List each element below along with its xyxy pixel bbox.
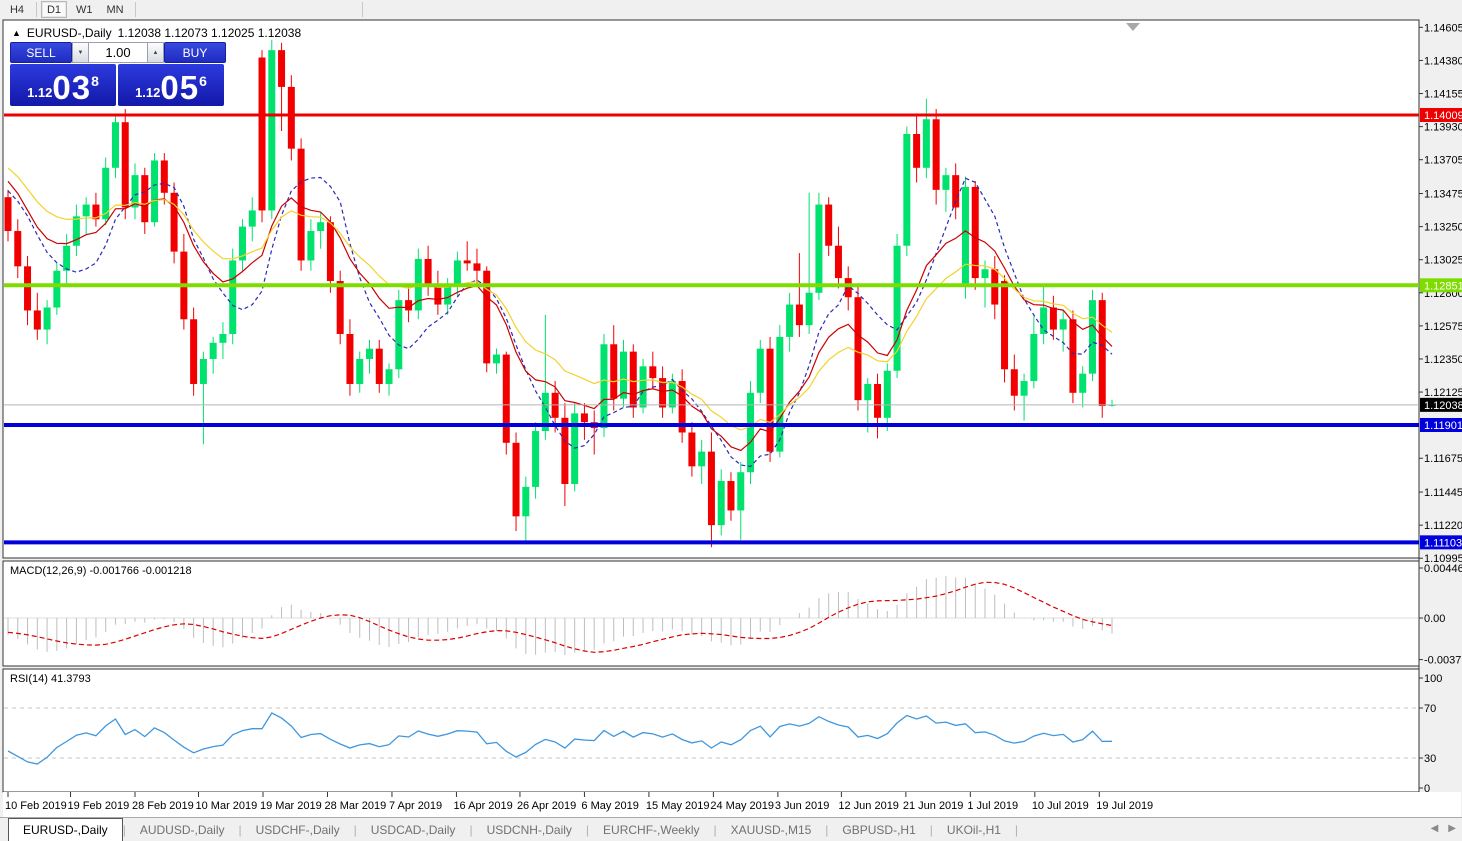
price-axis-label: 1.13930 [1424,122,1462,134]
date-axis-label: 26 Apr 2019 [517,800,576,812]
date-axis-label: 10 Mar 2019 [196,800,258,812]
date-axis-label: 12 Jun 2019 [838,800,899,812]
tab-scroll-left-icon[interactable]: ◀ [1431,823,1439,834]
price-badge-text: 1.12038 [1424,400,1462,412]
date-axis-label: 7 Apr 2019 [389,800,442,812]
chart-tab-audusd-daily[interactable]: AUDUSD-,Daily [126,819,239,841]
date-axis-label: 16 Apr 2019 [453,800,512,812]
date-axis-label: 19 Jul 2019 [1096,800,1153,812]
chart-canvas[interactable]: 1.14605 1.14380 1.14155 1.13930 1.13705 1.134… [0,0,1462,818]
rsi-label: RSI(14) 41.3793 [10,673,91,685]
buy-price-big: 05 [160,69,200,106]
price-axis-label: 1.14380 [1424,55,1462,67]
date-axis-label: 3 Jun 2019 [775,800,829,812]
chart-ohlc-values: 1.12038 1.12073 1.12025 1.12038 [117,26,302,40]
price-axis-label: 1.12575 [1424,321,1462,333]
buy-button[interactable]: BUY [164,42,226,63]
macd-label: MACD(12,26,9) -0.001766 -0.001218 [10,565,192,577]
date-axis-label: 21 Jun 2019 [903,800,964,812]
price-axis-label: 1.13705 [1424,155,1462,167]
sell-button[interactable]: SELL [10,42,72,63]
date-axis-label: 28 Feb 2019 [132,800,194,812]
volume-increase-button[interactable]: ▲ [147,42,164,63]
sell-price-box[interactable]: 1.12 03 8 [10,64,116,106]
tab-separator: | [1014,822,1019,837]
price-badge-text: 1.14009 [1424,110,1462,122]
chart-tab-xauusd-m15[interactable]: XAUUSD-,M15 [717,819,826,841]
buy-price-box[interactable]: 1.12 05 6 [118,64,224,106]
chart-tabs: EURUSD-,Daily | AUDUSD-,Daily | USDCHF-,Dail… [0,818,1018,841]
price-axis-label: 1.11220 [1424,520,1462,532]
sell-price-prefix: 1.12 [27,85,53,100]
volume-input[interactable] [89,42,147,63]
date-axis-label: 10 Feb 2019 [5,800,67,812]
chart-tab-usdcnh-daily[interactable]: USDCNH-,Daily [473,819,586,841]
chart-tab-usdcad-daily[interactable]: USDCAD-,Daily [357,819,470,841]
sell-price-pip: 8 [91,73,99,89]
price-axis-label: 1.14605 [1424,22,1462,34]
buy-price-pip: 6 [199,73,207,89]
price-axis-label: 1.11445 [1424,487,1462,499]
price-axis-label: 1.14155 [1424,89,1462,101]
price-axis-label: 1.12125 [1424,387,1462,399]
chart-tab-gbpusd-h1[interactable]: GBPUSD-,H1 [828,819,929,841]
macd-axis-label: 0.004465 [1424,563,1462,575]
date-axis-label: 19 Feb 2019 [68,800,130,812]
date-axis-label: 24 May 2019 [710,800,774,812]
price-badge-text: 1.11103 [1424,537,1462,549]
price-axis-label: 1.12350 [1424,354,1462,366]
macd-axis-label: -0.003715 [1424,655,1462,667]
terminal-window: H4 D1 W1 MN 1.14605 1.14380 1.14155 1.13930 1.1… [0,0,1462,841]
date-axis-label: 10 Jul 2019 [1032,800,1089,812]
sell-price-big: 03 [52,69,92,106]
date-axis-label: 1 Jul 2019 [967,800,1018,812]
chart-title: ▲ EURUSD-,Daily 1.12038 1.12073 1.12025 … [12,26,301,40]
macd-panel [2,560,1420,667]
volume-decrease-button[interactable]: ▼ [72,42,89,63]
chart-tab-eurchf-weekly[interactable]: EURCHF-,Weekly [589,819,713,841]
rsi-axis-label: 30 [1424,753,1436,765]
tab-scroll-right-icon[interactable]: ▶ [1448,823,1456,834]
buy-price-prefix: 1.12 [135,85,161,100]
price-axis-label: 1.13025 [1424,255,1462,267]
date-axis-label: 28 Mar 2019 [324,800,386,812]
rsi-axis-label: 70 [1424,703,1436,715]
date-axis-label: 6 May 2019 [581,800,638,812]
date-axis-label: 19 Mar 2019 [260,800,322,812]
price-axis-label: 1.13250 [1424,222,1462,234]
tab-scroll-controls: ◀ ▶ [1431,823,1456,834]
macd-axis-label: 0.00 [1424,613,1445,625]
chart-symbol-label: EURUSD-,Daily [26,26,112,40]
date-axis-label: 15 May 2019 [646,800,710,812]
price-axis-label: 1.13475 [1424,189,1462,201]
rsi-panel [2,668,1420,793]
price-badge-text: 1.12851 [1424,280,1462,292]
chart-tab-bar: EURUSD-,Daily | AUDUSD-,Daily | USDCHF-,Dail… [0,817,1462,841]
chart-tab-usdchf-daily[interactable]: USDCHF-,Daily [242,819,354,841]
rsi-axis-label: 0 [1424,783,1430,795]
one-click-trade-panel: SELL ▼ ▲ BUY 1.12 03 8 1.12 05 6 [10,42,226,106]
chart-tab-eurusd-daily[interactable]: EURUSD-,Daily [8,818,123,841]
price-axis-label: 1.11675 [1424,453,1462,465]
rsi-axis-label: 100 [1424,673,1442,685]
chart-tab-ukoil-h1[interactable]: UKOil-,H1 [933,819,1015,841]
chart-collapse-icon[interactable]: ▲ [12,28,21,38]
price-badge-text: 1.11901 [1424,420,1462,432]
